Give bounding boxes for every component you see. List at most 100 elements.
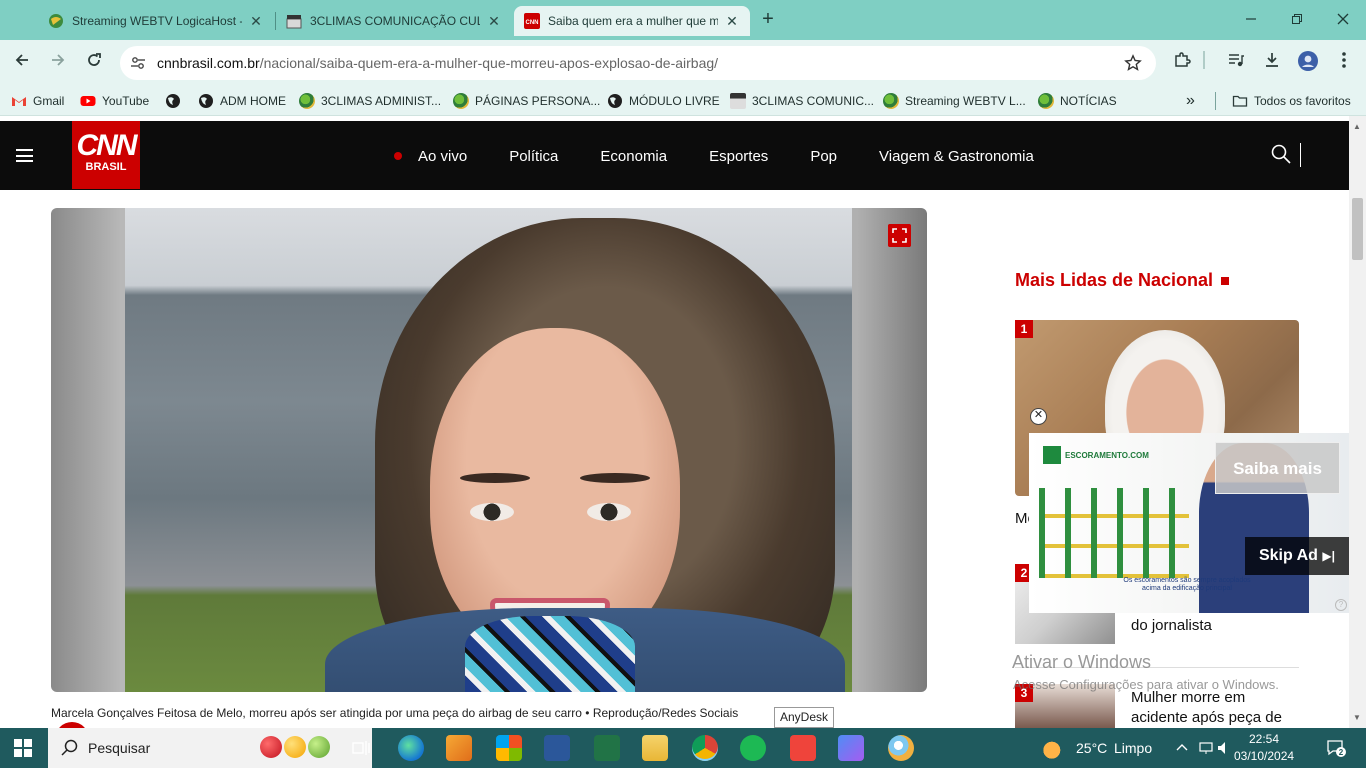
most-read-item-3-headline[interactable]: Mulher morre em acidente após peça de [1131,688,1282,728]
media-player-icon[interactable] [446,735,472,761]
profile-button[interactable] [1296,51,1320,75]
bookmark-streaming-webtv[interactable]: Streaming WEBTV L... [883,92,1026,110]
bookmark-3climas-admin[interactable]: 3CLIMAS ADMINIST... [299,92,441,110]
bookmark-label: 3CLIMAS COMUNIC... [752,94,875,108]
ad-info-icon[interactable]: ? [1335,599,1347,611]
bookmark-gmail[interactable]: Gmail [11,92,64,110]
gmail-icon [12,97,26,106]
skip-ad-button[interactable]: Skip Ad ▶| [1245,537,1349,575]
tab-3climas[interactable]: 3CLIMAS COMUNICAÇÃO CULT ✕ [276,6,512,36]
bookmark-3climas-comunicacao[interactable]: 3CLIMAS COMUNIC... [730,92,874,110]
edge-icon[interactable] [398,735,424,761]
weather-condition[interactable]: Limpo [1114,740,1152,756]
video-ad[interactable]: ESCORAMENTO.COM Os escoramentos são semp… [1029,433,1349,613]
photo-scarf [465,616,635,692]
fruit-orange-icon [284,736,306,758]
skip-ad-label: Skip Ad [1258,547,1318,564]
windows-taskbar: Pesquisar 25°C Limpo 22:54 03/10/2024 2 [0,728,1366,768]
nav-viagem-gastronomia[interactable]: Viagem & Gastronomia [879,148,1034,165]
scrollbar-thumb[interactable] [1352,198,1363,260]
nav-politica[interactable]: Política [509,148,558,165]
nav-economia[interactable]: Economia [600,148,667,165]
most-read-item-2-headline[interactable]: do jornalista [1131,617,1212,634]
bookmarks-overflow-button[interactable]: » [1186,92,1195,110]
ad-scaffold-image [1039,488,1189,578]
reload-button[interactable] [81,50,107,76]
most-read-title-text: Mais Lidas de Nacional [1015,270,1214,290]
chrome-menu-button[interactable] [1332,51,1356,75]
network-icon[interactable] [1198,740,1214,756]
paint-icon[interactable] [888,735,914,761]
excel-icon[interactable] [594,735,620,761]
bookmark-noticias[interactable]: NOTÍCIAS [1038,92,1117,110]
taskbar-search[interactable]: Pesquisar [48,728,372,768]
tab-streaming-webtv[interactable]: Streaming WEBTV LogicaHost - ✕ [38,6,274,36]
close-window-button[interactable] [1320,6,1366,34]
downloads-button[interactable] [1260,51,1284,75]
main-nav: Ao vivo Política Economia Esportes Pop V… [394,146,1076,166]
copilot-icon[interactable] [838,735,864,761]
ad-learn-more-button[interactable]: Saiba mais [1215,442,1340,494]
task-view-icon[interactable] [348,735,374,761]
youtube-icon [80,96,96,106]
new-tab-button[interactable]: + [758,8,778,32]
address-bar[interactable]: cnnbrasil.com.br/nacional/saiba-quem-era… [120,46,1156,80]
spotify-icon[interactable] [740,735,766,761]
bookmark-paginas-personalizadas[interactable]: PÁGINAS PERSONA... [453,92,600,110]
search-icon[interactable] [1270,143,1292,165]
forward-button[interactable] [45,50,71,76]
folder-icon [1232,95,1248,107]
bookmark-label: Streaming WEBTV L... [905,94,1026,108]
weather-icon[interactable] [1043,737,1065,759]
system-clock[interactable]: 22:54 03/10/2024 [1234,731,1294,765]
word-icon[interactable] [544,735,570,761]
svg-text:CNN: CNN [526,20,539,26]
tab-strip: Streaming WEBTV LogicaHost - ✕ 3CLIMAS C… [0,0,1366,40]
chrome-icon[interactable] [692,735,718,761]
extensions-button[interactable] [1170,51,1194,75]
media-control-button[interactable] [1224,51,1248,75]
browser-toolbar: cnnbrasil.com.br/nacional/saiba-quem-era… [0,40,1366,86]
bookmark-star-icon[interactable] [1124,54,1142,72]
restore-button[interactable] [1274,6,1320,34]
search-icon [61,739,78,756]
all-bookmarks-button[interactable]: Todos os favoritos [1232,92,1351,110]
hamburger-menu-icon[interactable] [16,149,33,162]
profile-avatar-icon [1298,51,1318,71]
back-button[interactable] [9,50,35,76]
globe-icon [199,94,213,108]
fullscreen-icon[interactable] [888,224,911,247]
bookmark-globe[interactable] [165,92,187,110]
bookmark-youtube[interactable]: YouTube [80,92,149,110]
notification-center-icon[interactable]: 2 [1326,738,1346,758]
scroll-down-icon[interactable]: ▼ [1353,713,1361,722]
image-caption: Marcela Gonçalves Feitosa de Melo, morre… [51,706,739,720]
bookmark-modulo-livre[interactable]: MÓDULO LIVRE [607,92,720,110]
close-tab-icon[interactable]: ✕ [486,13,502,30]
anydesk-icon[interactable] [790,735,816,761]
windows-start-icon[interactable] [14,739,32,757]
chevron-up-icon[interactable] [1176,742,1188,752]
tab-cnn-active[interactable]: CNN Saiba quem era a mulher que m ✕ [514,6,750,36]
article-hero-image[interactable] [51,208,927,692]
nav-ao-vivo[interactable]: Ao vivo [418,148,467,165]
bookmark-adm-home[interactable]: ADM HOME [198,92,286,110]
page-scrollbar[interactable]: ▲ ▼ [1349,116,1366,728]
weather-temperature[interactable]: 25°C [1076,740,1107,756]
scroll-up-icon[interactable]: ▲ [1353,122,1361,131]
url-text[interactable]: cnnbrasil.com.br/nacional/saiba-quem-era… [157,55,718,71]
arrow-left-icon [15,54,28,66]
microsoft-store-icon[interactable] [496,735,522,761]
kebab-menu-icon [1342,52,1346,68]
site-settings-icon[interactable] [130,55,146,71]
nav-esportes[interactable]: Esportes [709,148,768,165]
photo-eye-left [470,503,514,521]
close-tab-icon[interactable]: ✕ [724,13,740,30]
close-tab-icon[interactable]: ✕ [248,13,264,30]
file-explorer-icon[interactable] [642,735,668,761]
nav-pop[interactable]: Pop [810,148,837,165]
volume-icon[interactable] [1217,740,1231,756]
cnn-brasil-logo[interactable]: CNN BRASIL [72,121,140,189]
ad-close-icon[interactable]: ✕ [1030,408,1047,425]
minimize-button[interactable] [1228,6,1274,34]
